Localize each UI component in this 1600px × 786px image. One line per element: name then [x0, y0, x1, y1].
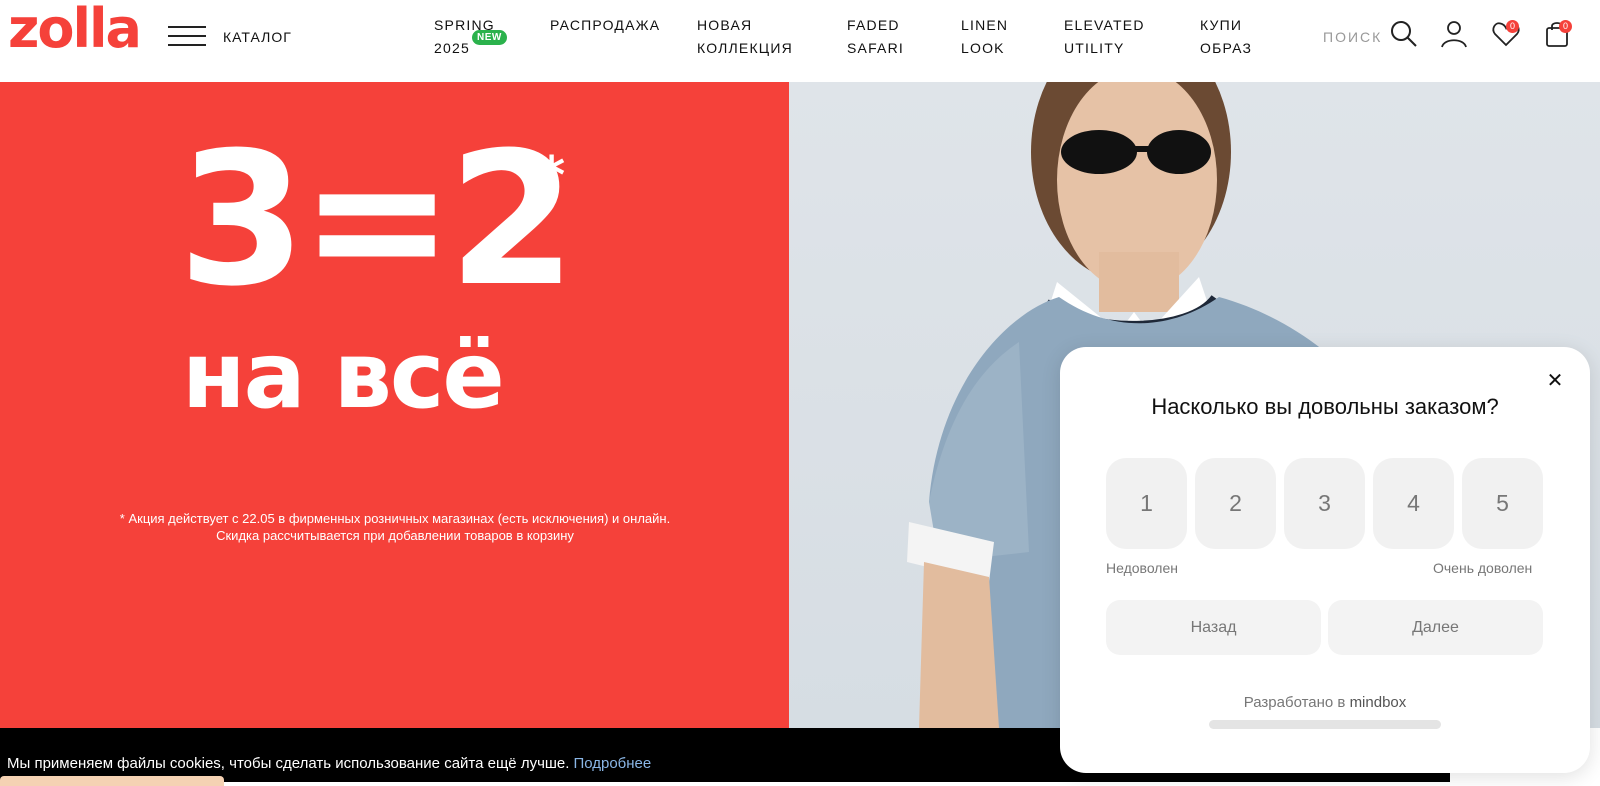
wishlist-count-badge: 0	[1506, 20, 1519, 33]
nav-faded-safari[interactable]: FADED SAFARI	[847, 14, 904, 60]
cart-count-badge: 0	[1559, 20, 1572, 33]
menu-burger-icon[interactable]	[168, 24, 206, 48]
next-button[interactable]: Далее	[1328, 600, 1543, 655]
cookie-more-link[interactable]: Подробнее	[573, 755, 651, 772]
catalog-link[interactable]: КАТАЛОГ	[223, 29, 292, 45]
rating-button-5[interactable]: 5	[1462, 458, 1543, 549]
rating-button-3[interactable]: 3	[1284, 458, 1365, 549]
survey-title: Насколько вы довольны заказом?	[1151, 394, 1499, 419]
site-header: zolla КАТАЛОГ SPRING 2025 NEW РАСПРОДАЖА…	[0, 0, 1600, 82]
nav-linen-look[interactable]: LINEN LOOK	[961, 14, 1008, 60]
new-badge: NEW	[472, 30, 507, 45]
search-icon[interactable]	[1388, 18, 1420, 50]
promo-footnote: * Акция действует с 22.05 в фирменных ро…	[119, 511, 671, 543]
cookie-message: Мы применяем файлы cookies, чтобы сделат…	[7, 755, 652, 772]
nav-sale[interactable]: РАСПРОДАЖА	[550, 14, 660, 37]
nav-buy-look[interactable]: КУПИ ОБРАЗ	[1200, 14, 1252, 60]
mindbox-link[interactable]: mindbox	[1350, 694, 1407, 711]
nav-new-collection[interactable]: НОВАЯ КОЛЛЕКЦИЯ	[697, 14, 793, 60]
rating-button-2[interactable]: 2	[1195, 458, 1276, 549]
rating-high-label: Очень доволен	[1433, 560, 1533, 576]
back-button[interactable]: Назад	[1106, 600, 1321, 655]
rating-button-1[interactable]: 1	[1106, 458, 1187, 549]
promo-headline: 3=2	[178, 113, 576, 327]
zolla-logo[interactable]: zolla	[8, 2, 142, 56]
promo-asterisk: *	[538, 146, 566, 206]
promo-subheadline: на всё	[182, 322, 505, 429]
nav-elevated-utility[interactable]: ELEVATED UTILITY	[1064, 14, 1145, 60]
close-icon[interactable]: ✕	[1544, 370, 1566, 392]
modal-scroll-indicator	[1209, 720, 1441, 729]
rating-button-4[interactable]: 4	[1373, 458, 1454, 549]
search-label[interactable]: ПОИСК	[1323, 29, 1382, 45]
powered-by-text: Разработано в mindbox	[1243, 694, 1407, 711]
rating-low-label: Недоволен	[1106, 560, 1178, 576]
account-icon[interactable]	[1438, 18, 1470, 50]
cookie-accept-button[interactable]	[0, 776, 224, 786]
